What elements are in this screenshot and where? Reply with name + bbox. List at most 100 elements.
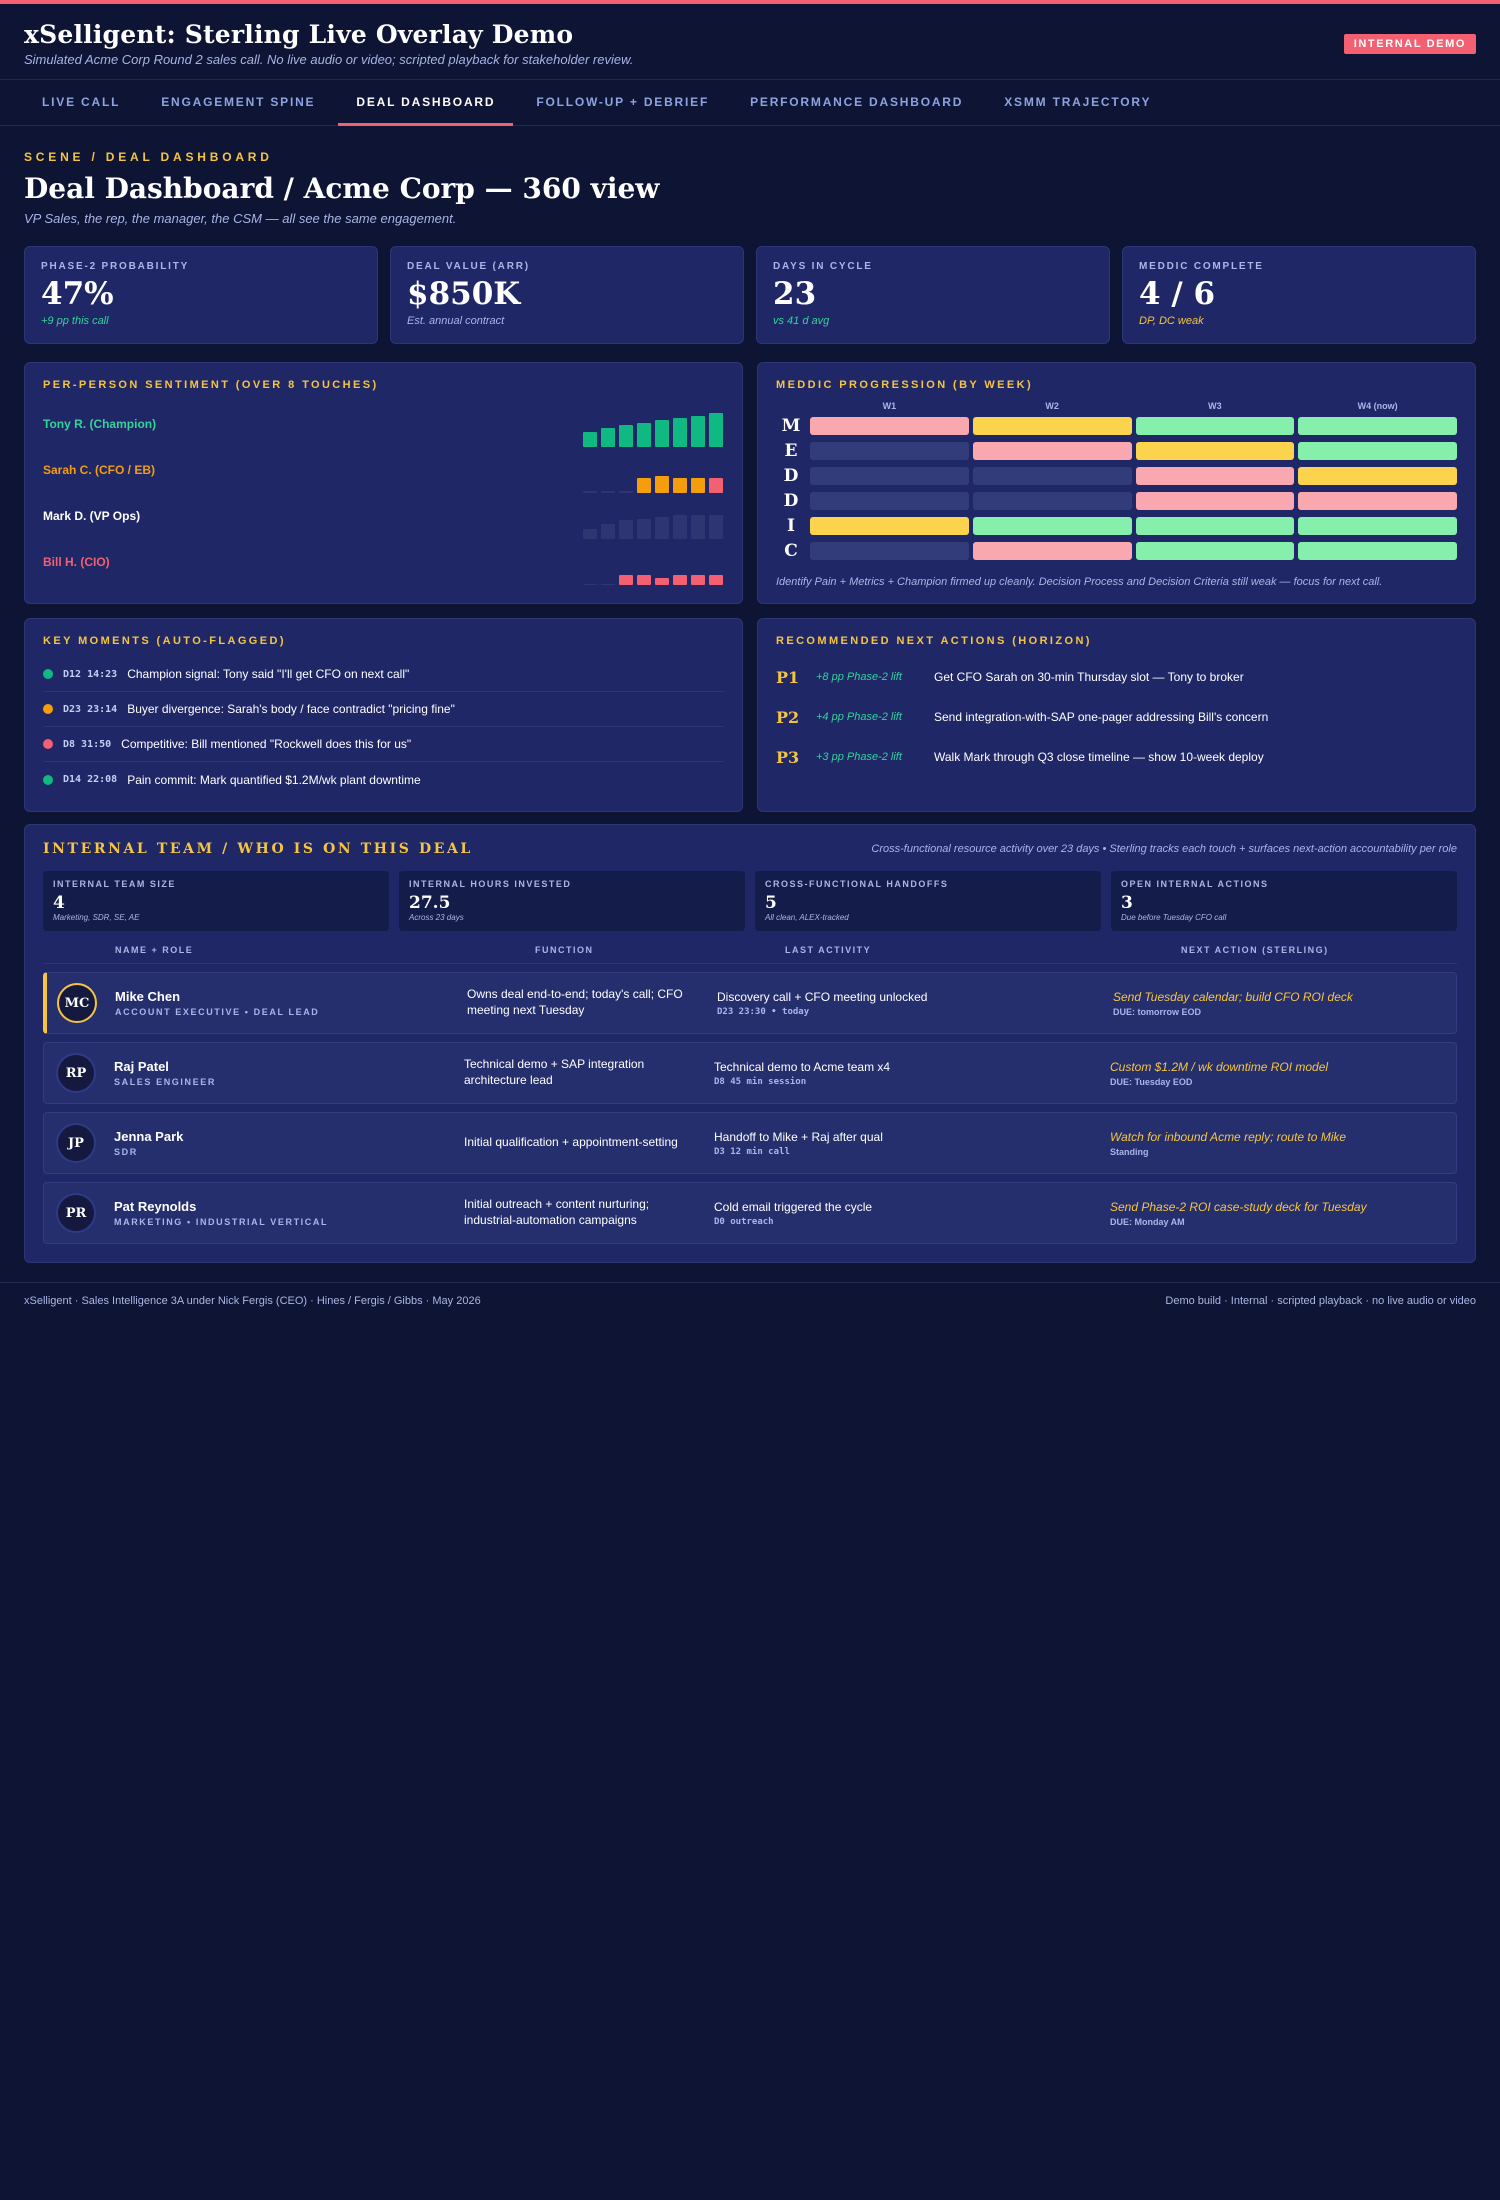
- tab-engagement-spine[interactable]: ENGAGEMENT SPINE: [143, 80, 333, 126]
- key-moment-item[interactable]: D12 14:23 Champion signal: Tony said "I'l…: [43, 657, 724, 692]
- meddic-cell: [972, 542, 1132, 560]
- next-action-item[interactable]: P3 +3 pp Phase-2 lift Walk Mark through Q3…: [776, 737, 1457, 777]
- kpi-label: DAYS IN CYCLE: [773, 261, 873, 272]
- member-identity: PR Pat Reynolds MARKETING • INDUSTRIAL VER…: [44, 1193, 464, 1233]
- meddic-week-label: W4 (now): [1357, 401, 1398, 411]
- next-action-due: DUE: Tuesday EOD: [1110, 1076, 1193, 1087]
- member-name-role: Mike Chen ACCOUNT EXECUTIVE • DEAL LEAD: [115, 989, 319, 1017]
- meddic-week-label: W1: [882, 401, 897, 411]
- team-member-row[interactable]: MC Mike Chen ACCOUNT EXECUTIVE • DEAL LEAD…: [43, 972, 1457, 1034]
- team-kpi-value: 5: [765, 893, 777, 913]
- sentiment-bar: [709, 575, 723, 585]
- kpi-label: MEDDIC COMPLETE: [1139, 261, 1264, 272]
- meddic-cell: [1298, 542, 1457, 560]
- last-activity-meta: D0 outreach: [714, 1216, 774, 1227]
- meddic-cell: [1135, 492, 1295, 510]
- sentiment-bar: [709, 413, 723, 447]
- meddic-letter: E: [784, 441, 798, 461]
- kpi-card: DEAL VALUE (ARR) $850K Est. annual contrac…: [390, 246, 744, 344]
- sentiment-bar: [601, 428, 615, 447]
- member-identity: RP Raj Patel SALES ENGINEER: [44, 1053, 464, 1093]
- meddic-cell: [1135, 542, 1295, 560]
- status-dot-icon: [43, 704, 53, 714]
- avatar: PR: [56, 1193, 96, 1233]
- member-role: MARKETING • INDUSTRIAL VERTICAL: [114, 1217, 329, 1227]
- meddic-cell: [810, 492, 969, 510]
- member-role: SALES ENGINEER: [114, 1077, 216, 1087]
- tab-xsmm-trajectory[interactable]: XSMM TRAJECTORY: [986, 80, 1169, 126]
- team-kpi-note: Marketing, SDR, SE, AE: [53, 913, 140, 922]
- tab-live-call[interactable]: LIVE CALL: [24, 80, 138, 126]
- meddic-letter: M: [781, 416, 801, 436]
- page-title: Deal Dashboard / Acme Corp — 360 view: [24, 172, 660, 205]
- last-activity-text: Discovery call + CFO meeting unlocked: [717, 989, 928, 1004]
- team-subtitle: Cross-functional resource activity over …: [871, 843, 1457, 855]
- moment-text: Buyer divergence: Sarah's body / face co…: [127, 702, 455, 716]
- member-identity: MC Mike Chen ACCOUNT EXECUTIVE • DEAL LEAD: [47, 983, 467, 1023]
- team-member-row[interactable]: PR Pat Reynolds MARKETING • INDUSTRIAL VER…: [43, 1182, 1457, 1244]
- meddic-row: D: [776, 491, 1457, 511]
- kpi-label: DEAL VALUE (ARR): [407, 261, 530, 272]
- action-text: Send integration-with-SAP one-pager addr…: [934, 710, 1269, 724]
- team-kpi-value: 27.5: [409, 893, 451, 913]
- column-header: NAME + ROLE: [115, 945, 194, 955]
- member-function: Technical demo + SAP integration archite…: [464, 1057, 645, 1087]
- last-activity-meta: D23 23:30 • today: [717, 1006, 810, 1017]
- sentiment-bars: [583, 459, 723, 493]
- meddic-row: E: [776, 441, 1457, 461]
- tab-follow-up-debrief[interactable]: FOLLOW-UP + DEBRIEF: [518, 80, 727, 126]
- sentiment-person-name: Mark D. (VP Ops): [43, 509, 141, 523]
- moment-timestamp: D8 31:50: [63, 738, 112, 750]
- sentiment-bar: [583, 491, 597, 493]
- meddic-letter: I: [787, 516, 795, 536]
- meddic-panel: MEDDIC PROGRESSION (BY WEEK) W1 W2 W3 W4 (n…: [757, 362, 1476, 604]
- team-kpi-label: CROSS-FUNCTIONAL HANDOFFS: [765, 879, 949, 889]
- next-action-text: Watch for inbound Acme reply; route to M…: [1110, 1129, 1347, 1144]
- sentiment-bar: [673, 418, 687, 447]
- sentiment-bar: [691, 575, 705, 585]
- sentiment-bars: [583, 413, 723, 447]
- meddic-cell: [1298, 442, 1457, 460]
- sentiment-bar: [583, 584, 597, 585]
- meddic-cell: [810, 517, 969, 535]
- member-name: Jenna Park: [114, 1129, 184, 1144]
- moment-text: Competitive: Bill mentioned "Rockwell do…: [121, 737, 412, 751]
- key-moments-panel: KEY MOMENTS (AUTO-FLAGGED) D12 14:23 Cham…: [24, 618, 743, 812]
- last-activity-text: Handoff to Mike + Raj after qual: [714, 1129, 883, 1144]
- meddic-note: Identify Pain + Metrics + Champion firme…: [776, 576, 1383, 588]
- next-action-due: Standing: [1110, 1146, 1149, 1157]
- key-moment-item[interactable]: D23 23:14 Buyer divergence: Sarah's body …: [43, 692, 724, 727]
- tab-performance-dashboard[interactable]: PERFORMANCE DASHBOARD: [732, 80, 981, 126]
- key-moment-item[interactable]: D14 22:08 Pain commit: Mark quantified $1…: [43, 762, 724, 797]
- team-kpi-note: All clean, ALEX-tracked: [765, 913, 849, 922]
- member-function: Owns deal end-to-end; today's call; CFO …: [467, 987, 683, 1017]
- moment-timestamp: D23 23:14: [63, 703, 118, 715]
- top-panels: PER-PERSON SENTIMENT (OVER 8 TOUCHES) To…: [24, 362, 1476, 604]
- team-member-row[interactable]: RP Raj Patel SALES ENGINEER Technical demo …: [43, 1042, 1457, 1104]
- kpi-card: MEDDIC COMPLETE 4 / 6 DP, DC weak: [1122, 246, 1476, 344]
- avatar: MC: [57, 983, 97, 1023]
- tab-deal-dashboard[interactable]: DEAL DASHBOARD: [338, 80, 514, 126]
- member-name-role: Jenna Park SDR: [114, 1129, 183, 1157]
- next-action-item[interactable]: P1 +8 pp Phase-2 lift Get CFO Sarah on 30-…: [776, 657, 1457, 697]
- member-name: Pat Reynolds: [114, 1199, 197, 1214]
- team-table-header: NAME + ROLE FUNCTION LAST ACTIVITY NEXT ACT…: [43, 945, 1457, 964]
- meddic-cell: [1298, 517, 1457, 535]
- middle-panels: KEY MOMENTS (AUTO-FLAGGED) D12 14:23 Cham…: [24, 618, 1476, 812]
- action-text: Walk Mark through Q3 close timeline — sh…: [934, 750, 1264, 764]
- sentiment-bar: [673, 515, 687, 539]
- action-lift: +8 pp Phase-2 lift: [816, 671, 902, 683]
- kpi-note: +9 pp this call: [41, 314, 109, 327]
- meddic-cell: [1298, 467, 1457, 485]
- status-dot-icon: [43, 739, 53, 749]
- team-kpi-value: 4: [53, 893, 65, 913]
- kpi-value: 47%: [41, 276, 114, 312]
- member-last-activity: Handoff to Mike + Raj after qual D3 12 mi…: [714, 1130, 1110, 1157]
- key-moment-item[interactable]: D8 31:50 Competitive: Bill mentioned "Roc…: [43, 727, 724, 762]
- meddic-corner: [776, 401, 806, 411]
- member-next-action: Send Tuesday calendar; build CFO ROI dec…: [1113, 990, 1456, 1017]
- team-member-row[interactable]: JP Jenna Park SDR Initial qualification + a…: [43, 1112, 1457, 1174]
- next-action-item[interactable]: P2 +4 pp Phase-2 lift Send integration-wit…: [776, 697, 1457, 737]
- team-title: INTERNAL TEAM / WHO IS ON THIS DEAL: [43, 841, 473, 857]
- page-subtitle: VP Sales, the rep, the manager, the CSM …: [24, 211, 457, 226]
